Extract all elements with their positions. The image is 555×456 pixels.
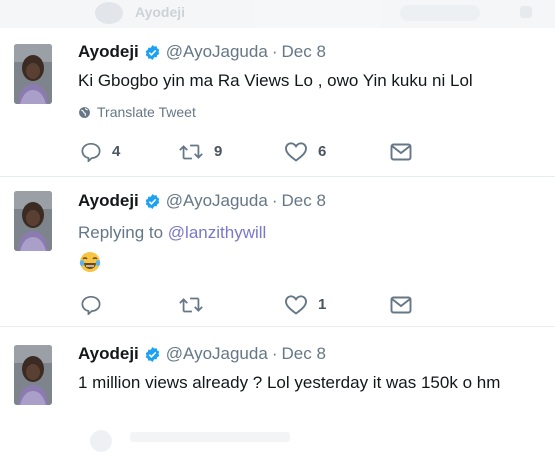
retweet-button[interactable]: 9 [178, 142, 284, 162]
verified-badge-icon [144, 346, 161, 363]
tweet-date[interactable]: Dec 8 [281, 344, 325, 364]
avatar[interactable] [14, 191, 52, 251]
direct-message-button[interactable] [390, 296, 412, 314]
envelope-icon [390, 296, 412, 313]
chevron-down-icon [520, 6, 532, 18]
author-name[interactable]: Ayodeji [78, 42, 139, 62]
verified-badge-icon [144, 193, 161, 210]
author-handle[interactable]: @AyoJaguda [166, 191, 268, 211]
reply-icon [81, 142, 101, 162]
next-tweet-ghost [80, 424, 540, 456]
reply-icon [81, 295, 101, 315]
reply-button[interactable] [80, 295, 178, 315]
retweet-count: 9 [214, 143, 223, 160]
tweet-text: Ki Gbogbo yin ma Ra Views Lo , owo Yin k… [78, 71, 473, 90]
author-handle[interactable]: @AyoJaguda [166, 42, 268, 62]
tweet-item[interactable]: Ayodeji @AyoJaguda · Dec 8 Ki Gbogbo yin… [0, 28, 555, 177]
like-count: 6 [318, 143, 327, 160]
direct-message-button[interactable] [390, 143, 412, 161]
replying-prefix: Replying to [78, 223, 164, 242]
tweet-date[interactable]: Dec 8 [281, 191, 325, 211]
tweet-actions: 4 9 6 [80, 141, 412, 162]
translate-tweet-link[interactable]: Translate Tweet [78, 104, 196, 120]
separator-dot: · [271, 42, 278, 61]
replying-to: Replying to @lanzithywill [78, 223, 266, 243]
ghost-name: Ayodeji [135, 4, 186, 20]
retweet-button[interactable] [178, 295, 284, 315]
ghost-line [130, 432, 290, 442]
globe-icon [79, 106, 90, 118]
tweet-item[interactable]: Ayodeji @AyoJaguda · Dec 8 Replying to @… [0, 177, 555, 327]
tweet-text: 1 million views already ? Lol yesterday … [78, 373, 501, 392]
tweet-actions: 1 [80, 294, 412, 315]
like-button[interactable]: 6 [284, 141, 390, 162]
retweet-icon [179, 297, 203, 312]
ghost-pill [400, 5, 480, 21]
reply-button[interactable]: 4 [80, 142, 178, 162]
author-handle[interactable]: @AyoJaguda [166, 344, 268, 364]
verified-badge-icon [144, 44, 161, 61]
mention-link[interactable]: @lanzithywill [168, 223, 267, 242]
separator-dot: · [271, 191, 278, 210]
avatar[interactable] [14, 44, 52, 104]
tweet-date[interactable]: Dec 8 [281, 42, 325, 62]
envelope-icon [390, 143, 412, 160]
tweet-header: Ayodeji @AyoJaguda · Dec 8 [78, 42, 326, 62]
author-name[interactable]: Ayodeji [78, 191, 139, 211]
author-name[interactable]: Ayodeji [78, 344, 139, 364]
tears-of-joy-emoji-icon [78, 250, 102, 274]
avatar [95, 2, 123, 24]
separator-dot: · [271, 344, 278, 363]
heart-icon [285, 295, 307, 315]
tweet-header: Ayodeji @AyoJaguda · Dec 8 [78, 191, 326, 211]
reply-count: 4 [112, 143, 121, 160]
like-count: 1 [318, 296, 327, 313]
avatar [90, 430, 112, 452]
translate-label[interactable]: Translate Tweet [97, 104, 196, 120]
like-button[interactable]: 1 [284, 294, 390, 315]
tweet-header: Ayodeji @AyoJaguda · Dec 8 [78, 344, 326, 364]
avatar[interactable] [14, 345, 52, 405]
heart-icon [285, 142, 307, 162]
previous-tweet-ghost: Ayodeji [0, 0, 555, 28]
retweet-icon [179, 144, 203, 159]
